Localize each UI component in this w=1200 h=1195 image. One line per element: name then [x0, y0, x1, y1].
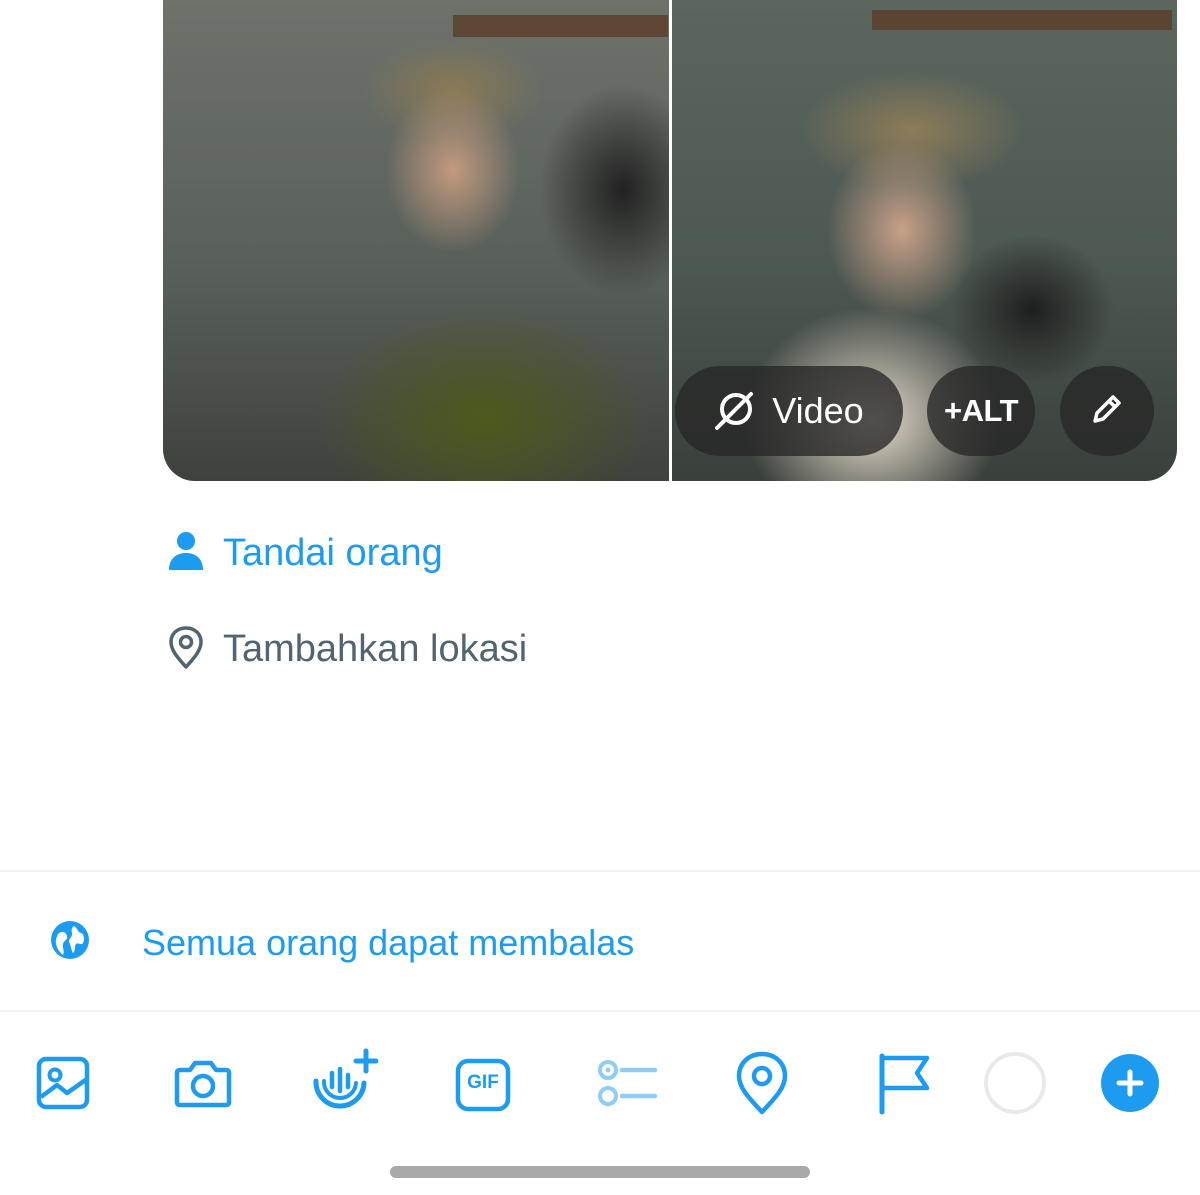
alt-text-label: +ALT: [943, 393, 1019, 428]
compose-screen: Video +ALT Tandai orang Tambahkan lokasi…: [0, 0, 1200, 1195]
divider: [0, 870, 1200, 872]
location-pin-icon: [731, 1050, 793, 1121]
audio-space-button[interactable]: [305, 1048, 379, 1122]
flag-button[interactable]: [866, 1048, 940, 1122]
divider: [0, 1010, 1200, 1012]
gif-icon: GIF: [454, 1057, 512, 1113]
spaces-add-icon: [306, 1047, 379, 1124]
background-door-frame: [871, 10, 1172, 30]
video-button[interactable]: Video: [675, 366, 903, 456]
plus-circle-icon: [1099, 1052, 1161, 1119]
person-icon: [163, 528, 209, 579]
video-button-label: Video: [772, 390, 864, 431]
add-location-label: Tambahkan lokasi: [223, 628, 528, 670]
tag-people-label: Tandai orang: [223, 532, 443, 574]
poll-icon: [592, 1053, 658, 1118]
image-icon: [33, 1053, 93, 1118]
poll-button[interactable]: [588, 1048, 662, 1122]
background-door-frame: [453, 15, 668, 37]
edit-media-button[interactable]: [1060, 366, 1154, 456]
reply-settings-label: Semua orang dapat membalas: [142, 921, 635, 963]
camera-button[interactable]: [166, 1048, 240, 1122]
progress-ring-icon: [981, 1049, 1049, 1122]
flag-icon: [871, 1050, 935, 1121]
character-counter: [978, 1048, 1052, 1122]
globe-icon: [48, 918, 92, 967]
home-indicator[interactable]: [390, 1166, 810, 1178]
compose-toolbar: GIF: [0, 1040, 1200, 1130]
gif-label: GIF: [467, 1072, 499, 1093]
add-location-row[interactable]: Tambahkan lokasi: [163, 624, 527, 675]
location-pin-icon: [163, 624, 209, 675]
pencil-icon: [1087, 389, 1127, 434]
camera-icon: [172, 1052, 234, 1119]
add-thread-button[interactable]: [1093, 1048, 1167, 1122]
reply-settings-button[interactable]: Semua orang dapat membalas: [48, 918, 634, 967]
video-off-icon: [714, 387, 758, 436]
alt-text-button[interactable]: +ALT: [927, 366, 1035, 456]
image-button[interactable]: [26, 1048, 100, 1122]
tag-people-row[interactable]: Tandai orang: [163, 528, 443, 579]
gif-button[interactable]: GIF: [446, 1048, 520, 1122]
media-thumbnail-left[interactable]: [163, 0, 669, 481]
location-button[interactable]: [725, 1048, 799, 1122]
